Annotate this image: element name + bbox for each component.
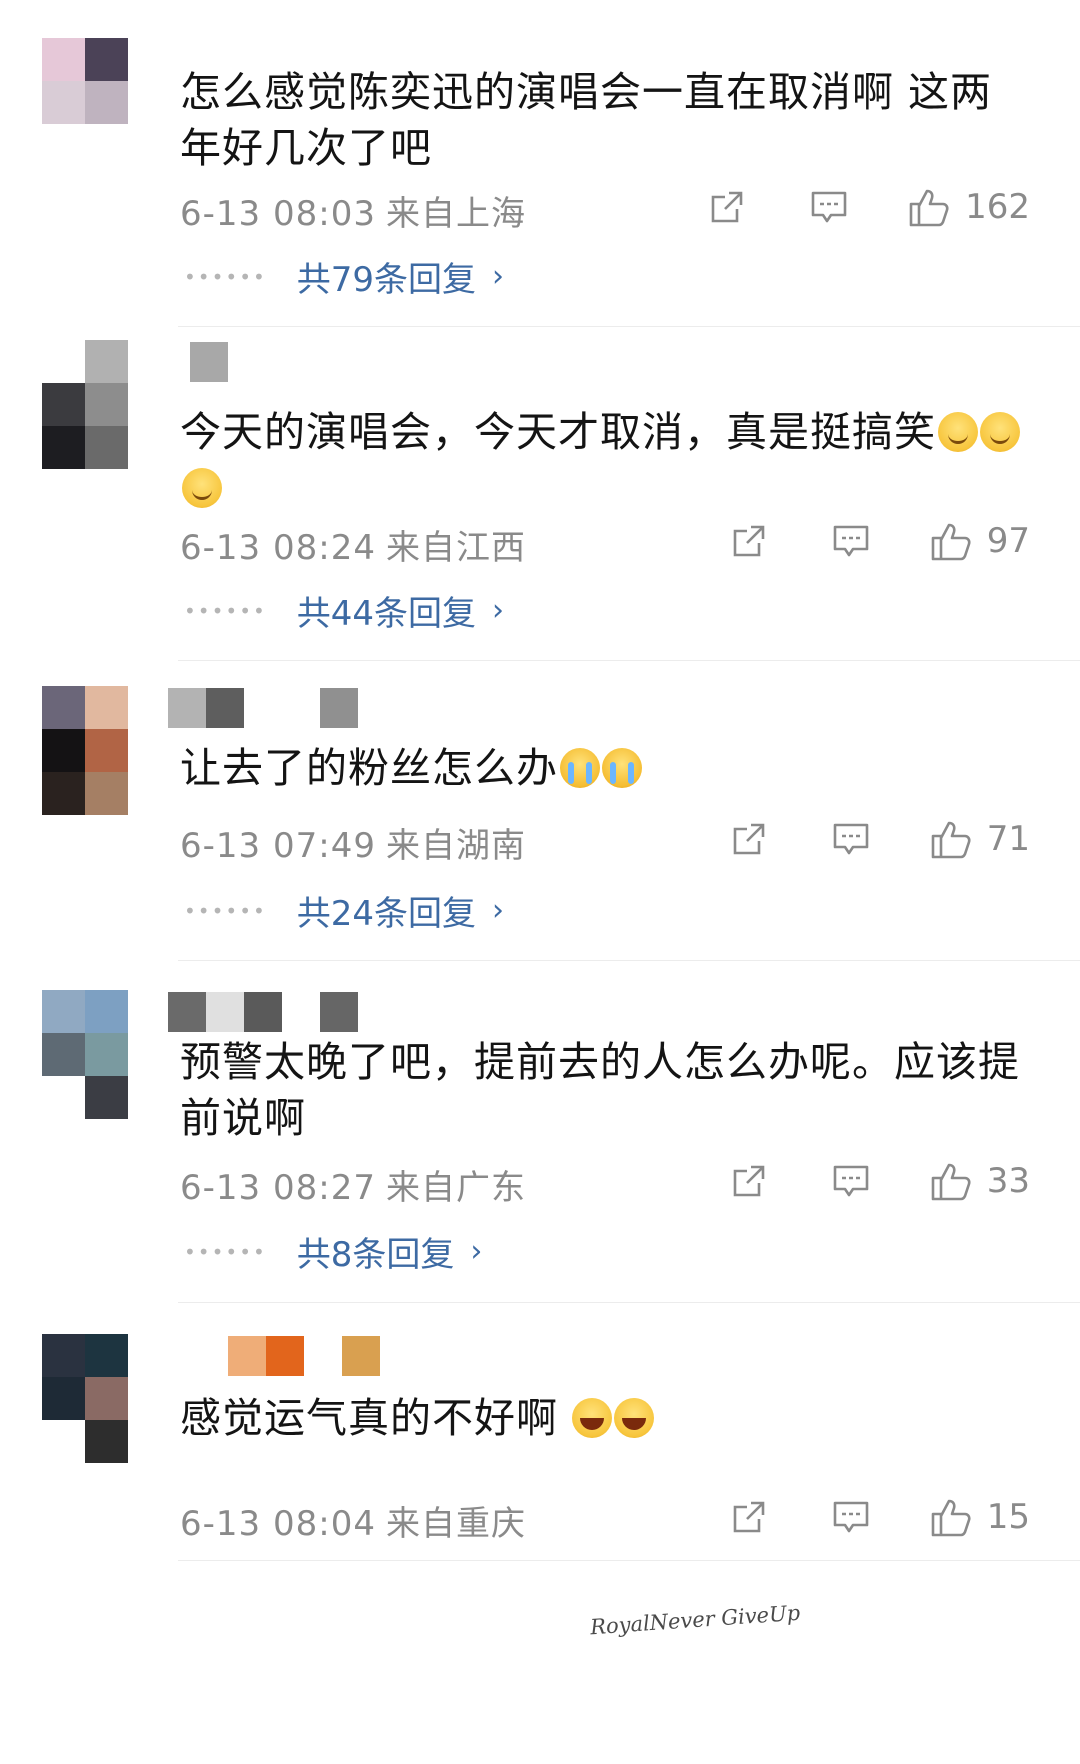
thumbs-up-icon <box>931 523 971 561</box>
comment-meta: 6-13 08:24 来自江西 <box>180 520 526 569</box>
like-button[interactable]: 97 <box>929 519 1030 563</box>
comment-time: 6-13 08:04 <box>180 1504 376 1544</box>
replies-label: 共79条回复 <box>296 260 477 300</box>
divider <box>178 326 1080 327</box>
chevron-right-icon: › <box>492 893 505 928</box>
comment-text: 预警太晚了吧，提前去的人怎么办呢。应该提前说啊 <box>180 1038 1020 1142</box>
divider <box>178 960 1080 961</box>
divider <box>178 1302 1080 1303</box>
comment-location: 来自广东 <box>385 1168 526 1208</box>
comment-icon <box>811 191 847 223</box>
smile-emoji <box>980 412 1020 452</box>
comment-location: 来自重庆 <box>385 1504 526 1544</box>
username[interactable] <box>168 340 228 384</box>
dots-icon: •••••• <box>184 598 267 623</box>
like-button[interactable]: 33 <box>929 1159 1030 1203</box>
comment-meta: 6-13 08:03 来自上海 <box>180 186 526 235</box>
share-icon <box>733 823 765 855</box>
comment-actions: 33 <box>729 1157 1030 1205</box>
username[interactable] <box>168 686 358 730</box>
comment-actions: 162 <box>707 183 1030 231</box>
comment-icon <box>833 823 869 855</box>
cry-emoji <box>602 748 642 788</box>
comment-meta: 6-13 08:04 来自重庆 <box>180 1496 526 1545</box>
share-icon <box>733 1165 765 1197</box>
like-count: 15 <box>986 1497 1030 1537</box>
thumbs-up-icon <box>931 1163 971 1201</box>
laugh-emoji <box>572 1398 612 1438</box>
divider <box>178 660 1080 661</box>
comment-time: 6-13 08:24 <box>180 528 376 568</box>
replies-label: 共8条回复 <box>296 1235 455 1275</box>
replies-label: 共44条回复 <box>296 594 477 634</box>
like-count: 162 <box>965 187 1030 227</box>
thumbs-up-icon <box>931 821 971 859</box>
comment-actions: 71 <box>729 815 1030 863</box>
share-icon <box>711 191 743 223</box>
comment-text: 怎么感觉陈奕迅的演唱会一直在取消啊 这两年好几次了吧 <box>180 68 993 172</box>
comment-actions: 15 <box>729 1493 1030 1541</box>
comment-button[interactable] <box>831 1161 871 1201</box>
comment-button[interactable] <box>831 819 871 859</box>
comment-icon <box>833 1501 869 1533</box>
watermark: RoyalNever GiveUp <box>589 1600 801 1640</box>
like-button[interactable]: 71 <box>929 817 1030 861</box>
smile-emoji <box>938 412 978 452</box>
comment-location: 来自湖南 <box>385 826 526 866</box>
share-button[interactable] <box>729 1161 769 1201</box>
comment-location: 来自江西 <box>385 528 526 568</box>
avatar[interactable] <box>42 990 128 1119</box>
avatar[interactable] <box>42 1334 128 1463</box>
chevron-right-icon: › <box>492 593 505 628</box>
comment-time: 6-13 07:49 <box>180 826 376 866</box>
chevron-right-icon: › <box>492 259 505 294</box>
comment-time: 6-13 08:03 <box>180 194 376 234</box>
dots-icon: •••••• <box>184 898 267 923</box>
view-replies-link[interactable]: •••••• 共24条回复 › <box>184 886 504 935</box>
share-icon <box>733 525 765 557</box>
view-replies-link[interactable]: •••••• 共79条回复 › <box>184 252 504 301</box>
cry-emoji <box>560 748 600 788</box>
laugh-emoji <box>614 1398 654 1438</box>
share-button[interactable] <box>707 187 747 227</box>
avatar[interactable] <box>42 686 128 815</box>
comment-meta: 6-13 08:27 来自广东 <box>180 1160 526 1209</box>
comment-text: 感觉运气真的不好啊 <box>180 1390 1030 1446</box>
divider <box>178 1560 1080 1561</box>
share-icon <box>733 1501 765 1533</box>
view-replies-link[interactable]: •••••• 共44条回复 › <box>184 586 504 635</box>
view-replies-link[interactable]: •••••• 共8条回复 › <box>184 1227 482 1276</box>
like-button[interactable]: 15 <box>929 1495 1030 1539</box>
comment-icon <box>833 525 869 557</box>
avatar[interactable] <box>42 340 128 469</box>
comment-text: 让去了的粉丝怎么办 <box>180 740 1030 796</box>
comment-text: 今天的演唱会，今天才取消，真是挺搞笑 <box>180 404 1030 516</box>
replies-label: 共24条回复 <box>296 894 477 934</box>
avatar[interactable] <box>42 38 128 124</box>
like-count: 71 <box>986 819 1030 859</box>
like-count: 97 <box>986 521 1030 561</box>
comment-button[interactable] <box>831 1497 871 1537</box>
thumbs-up-icon <box>909 189 949 227</box>
comment-time: 6-13 08:27 <box>180 1168 376 1208</box>
share-button[interactable] <box>729 819 769 859</box>
comment-location: 来自上海 <box>385 194 526 234</box>
comment-button[interactable] <box>809 187 849 227</box>
comment-actions: 97 <box>729 517 1030 565</box>
smile-emoji <box>182 468 222 508</box>
share-button[interactable] <box>729 521 769 561</box>
username[interactable] <box>168 990 358 1034</box>
chevron-right-icon: › <box>470 1234 483 1269</box>
dots-icon: •••••• <box>184 264 267 289</box>
comment-button[interactable] <box>831 521 871 561</box>
comment-meta: 6-13 07:49 来自湖南 <box>180 818 526 867</box>
dots-icon: •••••• <box>184 1239 267 1264</box>
thumbs-up-icon <box>931 1499 971 1537</box>
comment-icon <box>833 1165 869 1197</box>
like-button[interactable]: 162 <box>907 185 1030 229</box>
username[interactable] <box>168 1334 380 1378</box>
share-button[interactable] <box>729 1497 769 1537</box>
like-count: 33 <box>986 1161 1030 1201</box>
